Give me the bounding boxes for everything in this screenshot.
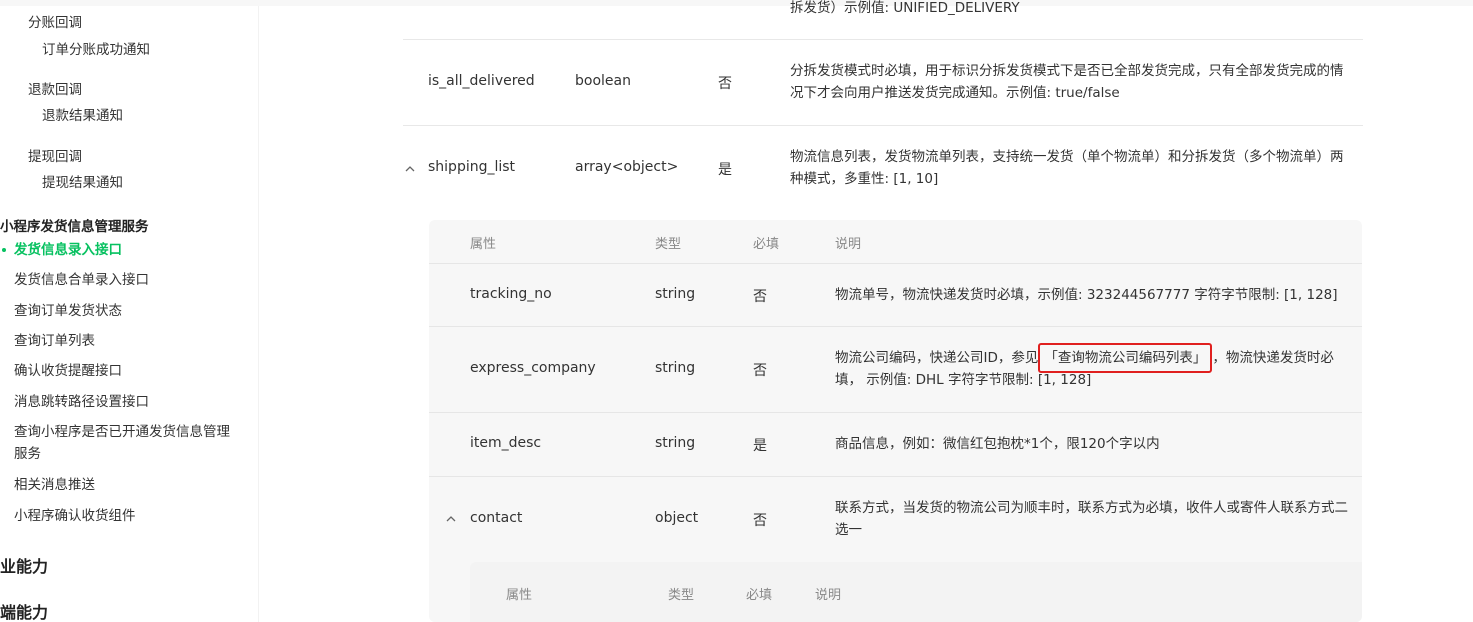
sub-nested-table: 属性 类型 必填 说明	[470, 562, 1362, 622]
sidebar-item-query-service-opened[interactable]: 查询小程序是否已开通发货信息管理服务	[14, 421, 239, 465]
sidebar-item-profit-success-notice[interactable]: 订单分账成功通知	[42, 41, 150, 59]
param-type: object	[655, 510, 699, 526]
express-company-list-link[interactable]: 「查询物流公司编码列表」	[1038, 343, 1213, 373]
sidebar-item-profit-callback[interactable]: 分账回调	[28, 14, 82, 32]
sidebar-item-message-jump-path[interactable]: 消息跳转路径设置接口	[14, 393, 149, 411]
sidebar-item-withdraw-callback[interactable]: 提现回调	[28, 148, 82, 166]
header-attr: 属性	[470, 237, 497, 252]
param-name: contact	[470, 510, 523, 526]
collapse-chevron-up-icon[interactable]	[443, 511, 459, 527]
param-name: shipping_list	[428, 159, 516, 175]
header-attr: 属性	[506, 588, 533, 603]
table-row: item_desc string 是 商品信息，例如：微信红包抱枕*1个，限12…	[429, 413, 1362, 477]
param-name: is_all_delivered	[428, 73, 535, 89]
sidebar-item-withdraw-result-notice[interactable]: 提现结果通知	[42, 174, 123, 192]
param-type: string	[655, 435, 696, 451]
row-divider	[403, 39, 1363, 40]
sidebar-section-shipping-service[interactable]: 小程序发货信息管理服务	[0, 215, 149, 235]
header-required: 必填	[753, 237, 780, 252]
collapse-chevron-up-icon[interactable]	[402, 161, 418, 177]
nested-param-table: 属性 类型 必填 说明 tracking_no string 否 物流单号，物流…	[429, 220, 1362, 622]
sidebar-section-client-capability[interactable]: 端能力	[0, 599, 48, 622]
param-required: 否	[753, 513, 767, 529]
table-row: express_company string 否 物流公司编码，快递公司ID，参…	[429, 327, 1362, 413]
param-type: string	[655, 286, 696, 302]
nested-table-header: 属性 类型 必填 说明	[429, 220, 1362, 264]
param-required: 是	[753, 438, 767, 454]
param-required: 否	[718, 76, 732, 92]
sidebar-item-refund-callback[interactable]: 退款回调	[28, 81, 82, 99]
desc-text-before: 物流公司编码，快递公司ID，参见	[835, 350, 1039, 366]
header-desc: 说明	[835, 237, 862, 252]
param-name: express_company	[470, 360, 596, 376]
sidebar-item-related-messages[interactable]: 相关消息推送	[14, 476, 95, 494]
param-desc: 物流单号，物流快递发货时必填，示例值: 323244567777 字符字节限制:…	[835, 287, 1338, 303]
header-required: 必填	[746, 588, 773, 603]
param-type: boolean	[575, 73, 631, 89]
sidebar-item-query-shipping-status[interactable]: 查询订单发货状态	[14, 302, 122, 320]
sidebar-item-confirm-receipt-component[interactable]: 小程序确认收货组件	[14, 507, 136, 525]
param-desc: 商品信息，例如：微信红包抱枕*1个，限120个字以内	[835, 436, 1160, 452]
sidebar-nav: 分账回调 订单分账成功通知 退款回调 退款结果通知 提现回调 提现结果通知 小程…	[0, 0, 259, 622]
row-divider	[403, 125, 1363, 126]
param-required: 是	[718, 162, 732, 178]
table-row: tracking_no string 否 物流单号，物流快递发货时必填，示例值:…	[429, 263, 1362, 327]
param-name: tracking_no	[470, 286, 552, 302]
param-name: item_desc	[470, 435, 542, 451]
param-type: string	[655, 360, 696, 376]
header-type: 类型	[668, 588, 695, 603]
active-dot	[2, 248, 6, 252]
param-desc: 联系方式，当发货的物流公司为顺丰时，联系方式为必填，收件人或寄件人联系方式二选一	[835, 500, 1348, 538]
sidebar-section-industry-capability[interactable]: 业能力	[0, 553, 48, 577]
param-required: 否	[753, 363, 767, 379]
sidebar-item-confirm-receipt-reminder[interactable]: 确认收货提醒接口	[14, 362, 122, 380]
sidebar-item-combined-shipping-upload[interactable]: 发货信息合单录入接口	[14, 271, 149, 289]
param-required: 否	[753, 289, 767, 305]
table-row: contact object 否 联系方式，当发货的物流公司为顺丰时，联系方式为…	[429, 477, 1362, 562]
param-desc: 物流信息列表，发货物流单列表，支持统一发货（单个物流单）和分拆发货（多个物流单）…	[790, 149, 1344, 187]
sidebar-item-refund-result-notice[interactable]: 退款结果通知	[42, 107, 123, 125]
header-desc: 说明	[815, 588, 842, 603]
sidebar-item-query-order-list[interactable]: 查询订单列表	[14, 332, 95, 350]
param-desc: 分拆发货模式时必填，用于标识分拆发货模式下是否已全部发货完成，只有全部发货完成的…	[790, 63, 1344, 101]
param-type: array<object>	[575, 159, 679, 175]
header-type: 类型	[655, 237, 682, 252]
param-desc: 物流公司编码，快递公司ID，参见 「查询物流公司编码列表」 ，物流快递发货时必填， …	[835, 343, 1355, 391]
sidebar-item-shipping-info-upload[interactable]: 发货信息录入接口	[14, 241, 122, 259]
partial-row-desc: 拆发货）示例值: UNIFIED_DELIVERY	[790, 0, 1020, 16]
